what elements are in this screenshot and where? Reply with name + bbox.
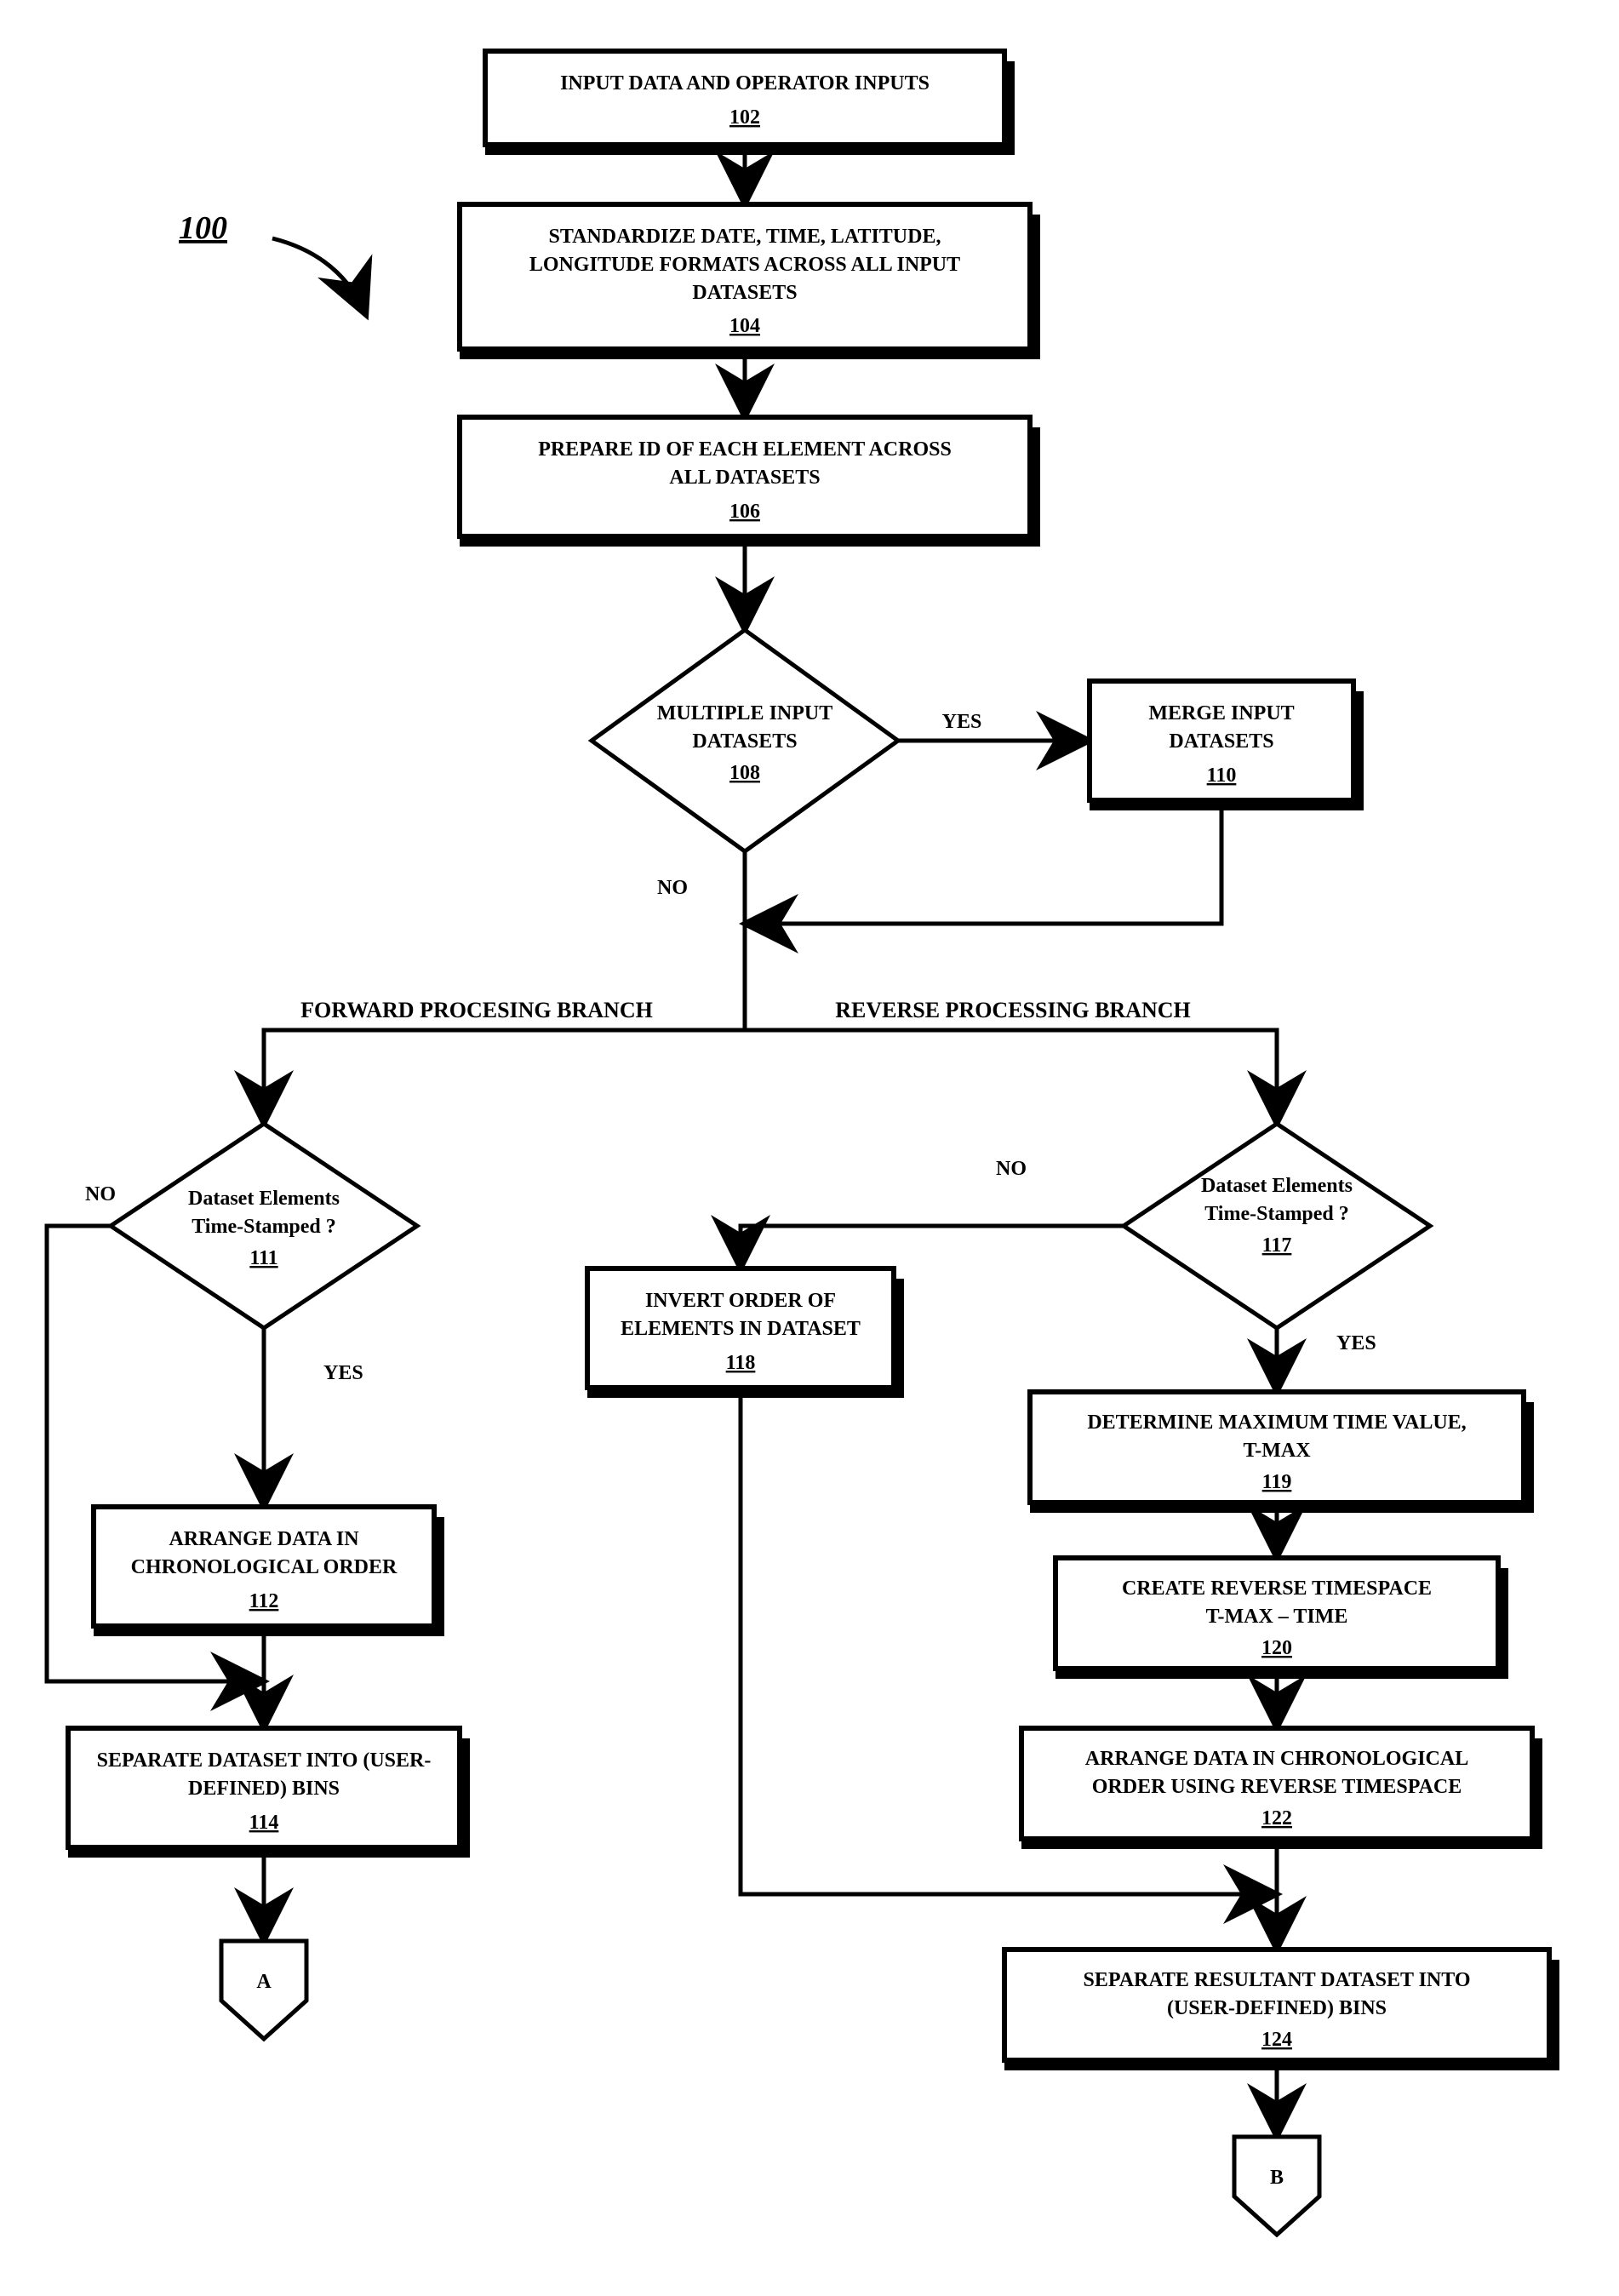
node-111-line0: Dataset Elements <box>188 1188 340 1210</box>
node-111-ref: 111 <box>249 1247 277 1269</box>
node-117-ref: 117 <box>1262 1234 1292 1257</box>
node-108-line0: MULTIPLE INPUT <box>657 702 832 724</box>
node-118-line1: ELEMENTS IN DATASET <box>621 1318 861 1340</box>
node-102-ref: 102 <box>729 106 760 129</box>
node-114-line1: DEFINED) BINS <box>188 1778 340 1800</box>
node-108-ref: 108 <box>729 762 760 784</box>
label-117-yes: YES <box>1336 1332 1376 1354</box>
label-reverse: REVERSE PROCESSING BRANCH <box>835 998 1191 1022</box>
node-112: ARRANGE DATA IN CHRONOLOGICAL ORDER 112 <box>94 1507 444 1636</box>
node-120-line0: CREATE REVERSE TIMESPACE <box>1122 1577 1432 1600</box>
node-120-ref: 120 <box>1261 1637 1292 1659</box>
connector-a: A <box>221 1941 306 2039</box>
node-124-ref: 124 <box>1261 2029 1292 2051</box>
node-108-line1: DATASETS <box>692 730 797 753</box>
node-111-line1: Time-Stamped ? <box>192 1216 336 1238</box>
connector-a-label: A <box>256 1971 272 1993</box>
label-108-no: NO <box>657 877 688 899</box>
node-110-ref: 110 <box>1207 764 1237 787</box>
node-118-ref: 118 <box>726 1352 756 1374</box>
node-114-line0: SEPARATE DATASET INTO (USER- <box>97 1749 432 1772</box>
node-106-line1: ALL DATASETS <box>669 467 820 489</box>
node-117-line1: Time-Stamped ? <box>1204 1203 1349 1225</box>
node-124-line0: SEPARATE RESULTANT DATASET INTO <box>1083 1969 1470 1991</box>
node-110-line1: DATASETS <box>1169 730 1273 753</box>
node-122-line0: ARRANGE DATA IN CHRONOLOGICAL <box>1085 1748 1468 1770</box>
node-104-line1: LONGITUDE FORMATS ACROSS ALL INPUT <box>529 254 960 276</box>
node-104: STANDARDIZE DATE, TIME, LATITUDE, LONGIT… <box>460 204 1040 359</box>
node-117: Dataset Elements Time-Stamped ? 117 <box>1124 1124 1430 1328</box>
node-117-line0: Dataset Elements <box>1201 1175 1353 1197</box>
node-118-line0: INVERT ORDER OF <box>645 1290 836 1312</box>
node-122: ARRANGE DATA IN CHRONOLOGICAL ORDER USIN… <box>1021 1728 1542 1849</box>
node-102: INPUT DATA AND OPERATOR INPUTS 102 <box>485 51 1015 155</box>
node-114: SEPARATE DATASET INTO (USER- DEFINED) BI… <box>68 1728 470 1858</box>
connector-b: B <box>1234 2137 1319 2235</box>
node-119-line1: T-MAX <box>1243 1440 1311 1462</box>
node-110-line0: MERGE INPUT <box>1148 702 1294 724</box>
node-104-ref: 104 <box>729 315 760 337</box>
node-106: PREPARE ID OF EACH ELEMENT ACROSS ALL DA… <box>460 417 1040 547</box>
node-104-line2: DATASETS <box>692 282 797 304</box>
edge-117-118 <box>741 1226 1124 1268</box>
node-112-line1: CHRONOLOGICAL ORDER <box>131 1556 398 1578</box>
label-117-no: NO <box>996 1158 1027 1180</box>
node-120-line1: T-MAX – TIME <box>1206 1606 1348 1628</box>
figure-ref: 100 <box>179 210 227 246</box>
node-112-ref: 112 <box>249 1590 279 1612</box>
label-108-yes: YES <box>942 711 982 733</box>
node-118: INVERT ORDER OF ELEMENTS IN DATASET 118 <box>587 1268 904 1398</box>
node-124: SEPARATE RESULTANT DATASET INTO (USER-DE… <box>1004 1950 1559 2070</box>
node-108: MULTIPLE INPUT DATASETS 108 <box>592 630 898 851</box>
edge-110-merge <box>745 810 1221 924</box>
node-119: DETERMINE MAXIMUM TIME VALUE, T-MAX 119 <box>1030 1392 1534 1513</box>
node-102-line0: INPUT DATA AND OPERATOR INPUTS <box>560 72 930 94</box>
label-forward: FORWARD PROCESING BRANCH <box>300 998 653 1022</box>
label-111-no: NO <box>85 1183 116 1205</box>
edge-split-forward <box>264 1030 745 1124</box>
node-119-ref: 119 <box>1262 1471 1292 1493</box>
node-122-ref: 122 <box>1261 1807 1292 1829</box>
node-122-line1: ORDER USING REVERSE TIMESPACE <box>1092 1776 1462 1798</box>
node-124-line1: (USER-DEFINED) BINS <box>1167 1997 1387 2019</box>
node-106-line0: PREPARE ID OF EACH ELEMENT ACROSS <box>538 438 952 461</box>
node-114-ref: 114 <box>249 1812 279 1834</box>
figure-ref-arrow <box>272 238 366 315</box>
flowchart-diagram: 100 INPUT DATA AND OPERATOR INPUTS 102 S… <box>0 0 1619 2296</box>
label-111-yes: YES <box>323 1362 363 1384</box>
connector-b-label: B <box>1270 2167 1284 2189</box>
node-110: MERGE INPUT DATASETS 110 <box>1090 681 1364 810</box>
node-106-ref: 106 <box>729 501 760 523</box>
node-104-line0: STANDARDIZE DATE, TIME, LATITUDE, <box>549 226 941 248</box>
node-119-line0: DETERMINE MAXIMUM TIME VALUE, <box>1087 1411 1466 1434</box>
edge-split-reverse <box>745 1030 1277 1124</box>
node-112-line0: ARRANGE DATA IN <box>169 1528 359 1550</box>
node-111: Dataset Elements Time-Stamped ? 111 <box>111 1124 417 1328</box>
node-120: CREATE REVERSE TIMESPACE T-MAX – TIME 12… <box>1055 1558 1508 1679</box>
